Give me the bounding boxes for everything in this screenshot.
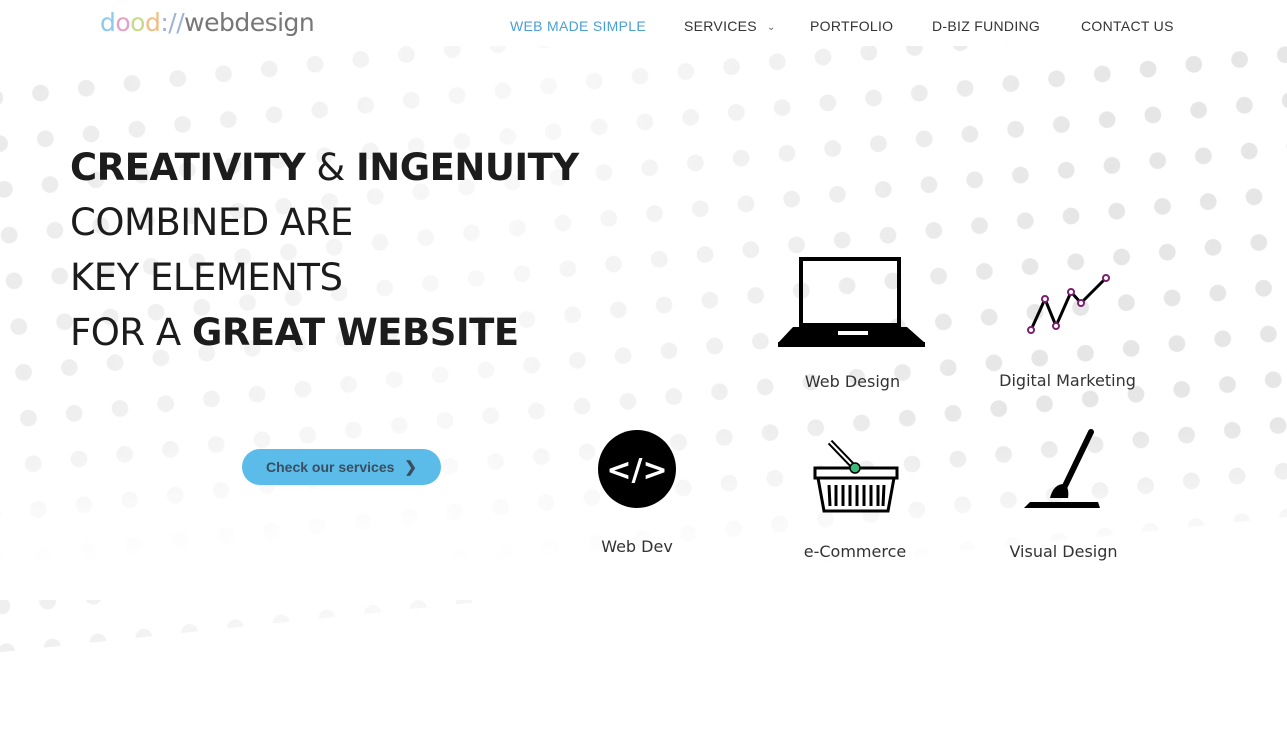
- chevron-down-icon: ⌄: [766, 22, 776, 33]
- hero-word-creativity: CREATIVITY: [70, 146, 306, 189]
- hero-line-1: CREATIVITY & INGENUITY: [70, 140, 579, 195]
- paintbrush-icon: [1024, 429, 1100, 508]
- nav-item-services-label: SERVICES: [684, 18, 757, 34]
- shopping-basket-icon: [813, 439, 899, 513]
- hero-line-2: COMBINED ARE: [70, 201, 353, 244]
- service-web-dev[interactable]: </> Web Dev: [587, 428, 687, 560]
- logo-text-webdesign: webdesign: [184, 8, 315, 37]
- code-icon: </>: [598, 430, 676, 508]
- nav-item-portfolio[interactable]: PORTFOLIO: [810, 18, 893, 34]
- nav-item-contact-us[interactable]: CONTACT US: [1081, 18, 1174, 34]
- chevron-right-icon: ❯: [404, 459, 417, 476]
- service-label-visual-design: Visual Design: [1009, 542, 1118, 561]
- site-logo[interactable]: dood://webdesign: [100, 8, 315, 38]
- service-web-design[interactable]: Web Design: [770, 255, 935, 395]
- logo-text-dood: dood: [100, 8, 161, 37]
- service-digital-marketing[interactable]: Digital Marketing: [990, 270, 1145, 395]
- logo-separator: ://: [160, 8, 185, 37]
- hero-word-ingenuity: INGENUITY: [356, 146, 579, 189]
- service-label-e-commerce: e-Commerce: [803, 542, 907, 561]
- svg-text:</>: </>: [606, 453, 667, 488]
- nav-item-d-biz-funding[interactable]: D-BIZ FUNDING: [932, 18, 1040, 34]
- nav-item-web-made-simple[interactable]: WEB MADE SIMPLE: [510, 18, 646, 34]
- line-graph-icon: [1027, 274, 1110, 334]
- service-label-web-dev: Web Dev: [601, 537, 673, 556]
- hero-line-4: FOR A GREAT WEBSITE: [70, 305, 579, 360]
- service-visual-design[interactable]: Visual Design: [1000, 428, 1127, 563]
- check-services-label: Check our services: [266, 459, 395, 475]
- service-label-digital-marketing: Digital Marketing: [999, 371, 1136, 390]
- nav-item-services[interactable]: SERVICES ⌄: [684, 18, 776, 34]
- site-header: dood://webdesign WEB MADE SIMPLE SERVICE…: [0, 0, 1287, 46]
- service-label-web-design: Web Design: [804, 372, 901, 391]
- hero-word-great-website: GREAT WEBSITE: [191, 311, 519, 354]
- hero-line-3: KEY ELEMENTS: [70, 256, 343, 299]
- hero-ampersand: &: [316, 146, 345, 189]
- laptop-icon: [778, 257, 925, 347]
- hero-line-4-prefix: FOR A: [70, 311, 181, 354]
- hero-headline: CREATIVITY & INGENUITY COMBINED ARE KEY …: [70, 140, 579, 360]
- service-e-commerce[interactable]: e-Commerce: [790, 436, 920, 563]
- check-services-button[interactable]: Check our services ❯: [242, 449, 441, 485]
